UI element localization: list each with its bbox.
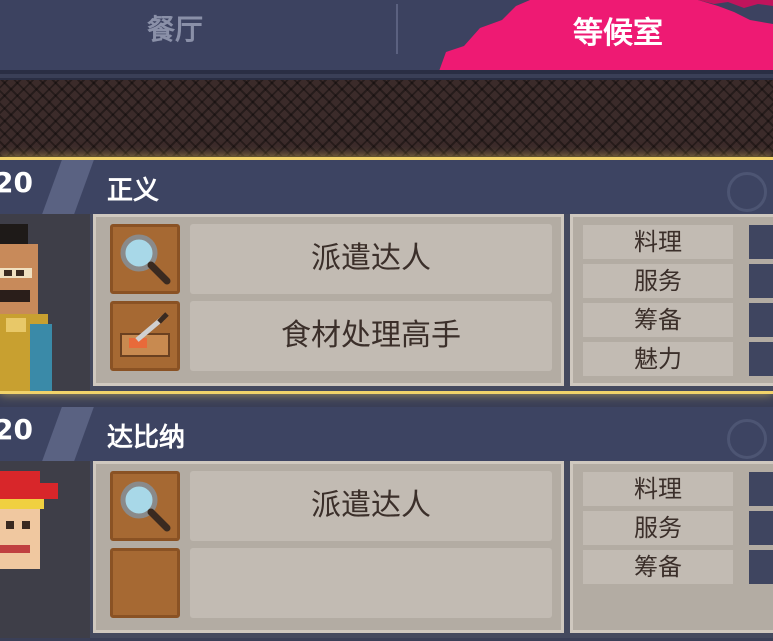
stat-bar [749,511,773,545]
skill-label: 派遣达人 [190,471,552,541]
skill-row-2[interactable] [106,544,556,618]
stat-cooking: 料理 [583,472,733,506]
skill-row-1[interactable]: 派遣达人 [106,467,556,541]
swirl-ornament-icon [727,419,767,459]
magnifier-icon [110,471,180,541]
character-portrait [0,461,90,638]
pixel-character-portrait [0,461,90,638]
card-header: 20 达比纳 [0,407,773,461]
tab-waiting-room-label: 等候室 [573,16,663,51]
card-body: 派遣达人 料理 服务 筹备 [0,461,773,638]
skill-label [190,548,552,618]
decorative-pattern-band [0,78,773,158]
stat-panel: 料理 服务 筹备 [570,461,773,633]
selected-card-border [0,157,773,394]
skill-panel: 派遣达人 [93,461,564,633]
stat-preparation: 筹备 [583,550,733,584]
tab-underline [0,70,773,74]
character-name: 达比纳 [107,423,186,453]
character-level: 20 [0,413,33,446]
tab-restaurant[interactable]: 餐厅 [0,0,396,74]
stat-bar [749,550,773,584]
stat-service: 服务 [583,511,733,545]
tab-waiting-room[interactable]: 等候室 [398,0,773,74]
character-card-2[interactable]: 20 达比纳 派遣达人 料理 服务 筹备 [0,404,773,641]
knife-cutting-board-icon [110,548,180,618]
character-card-1[interactable]: 20 正义 派遣达人 食材处理高手 料理 服务 筹备 魅力 [0,157,773,394]
stat-bar [749,472,773,506]
tab-restaurant-label: 餐厅 [146,13,203,46]
tab-bar: 餐厅 等候室 [0,0,773,74]
